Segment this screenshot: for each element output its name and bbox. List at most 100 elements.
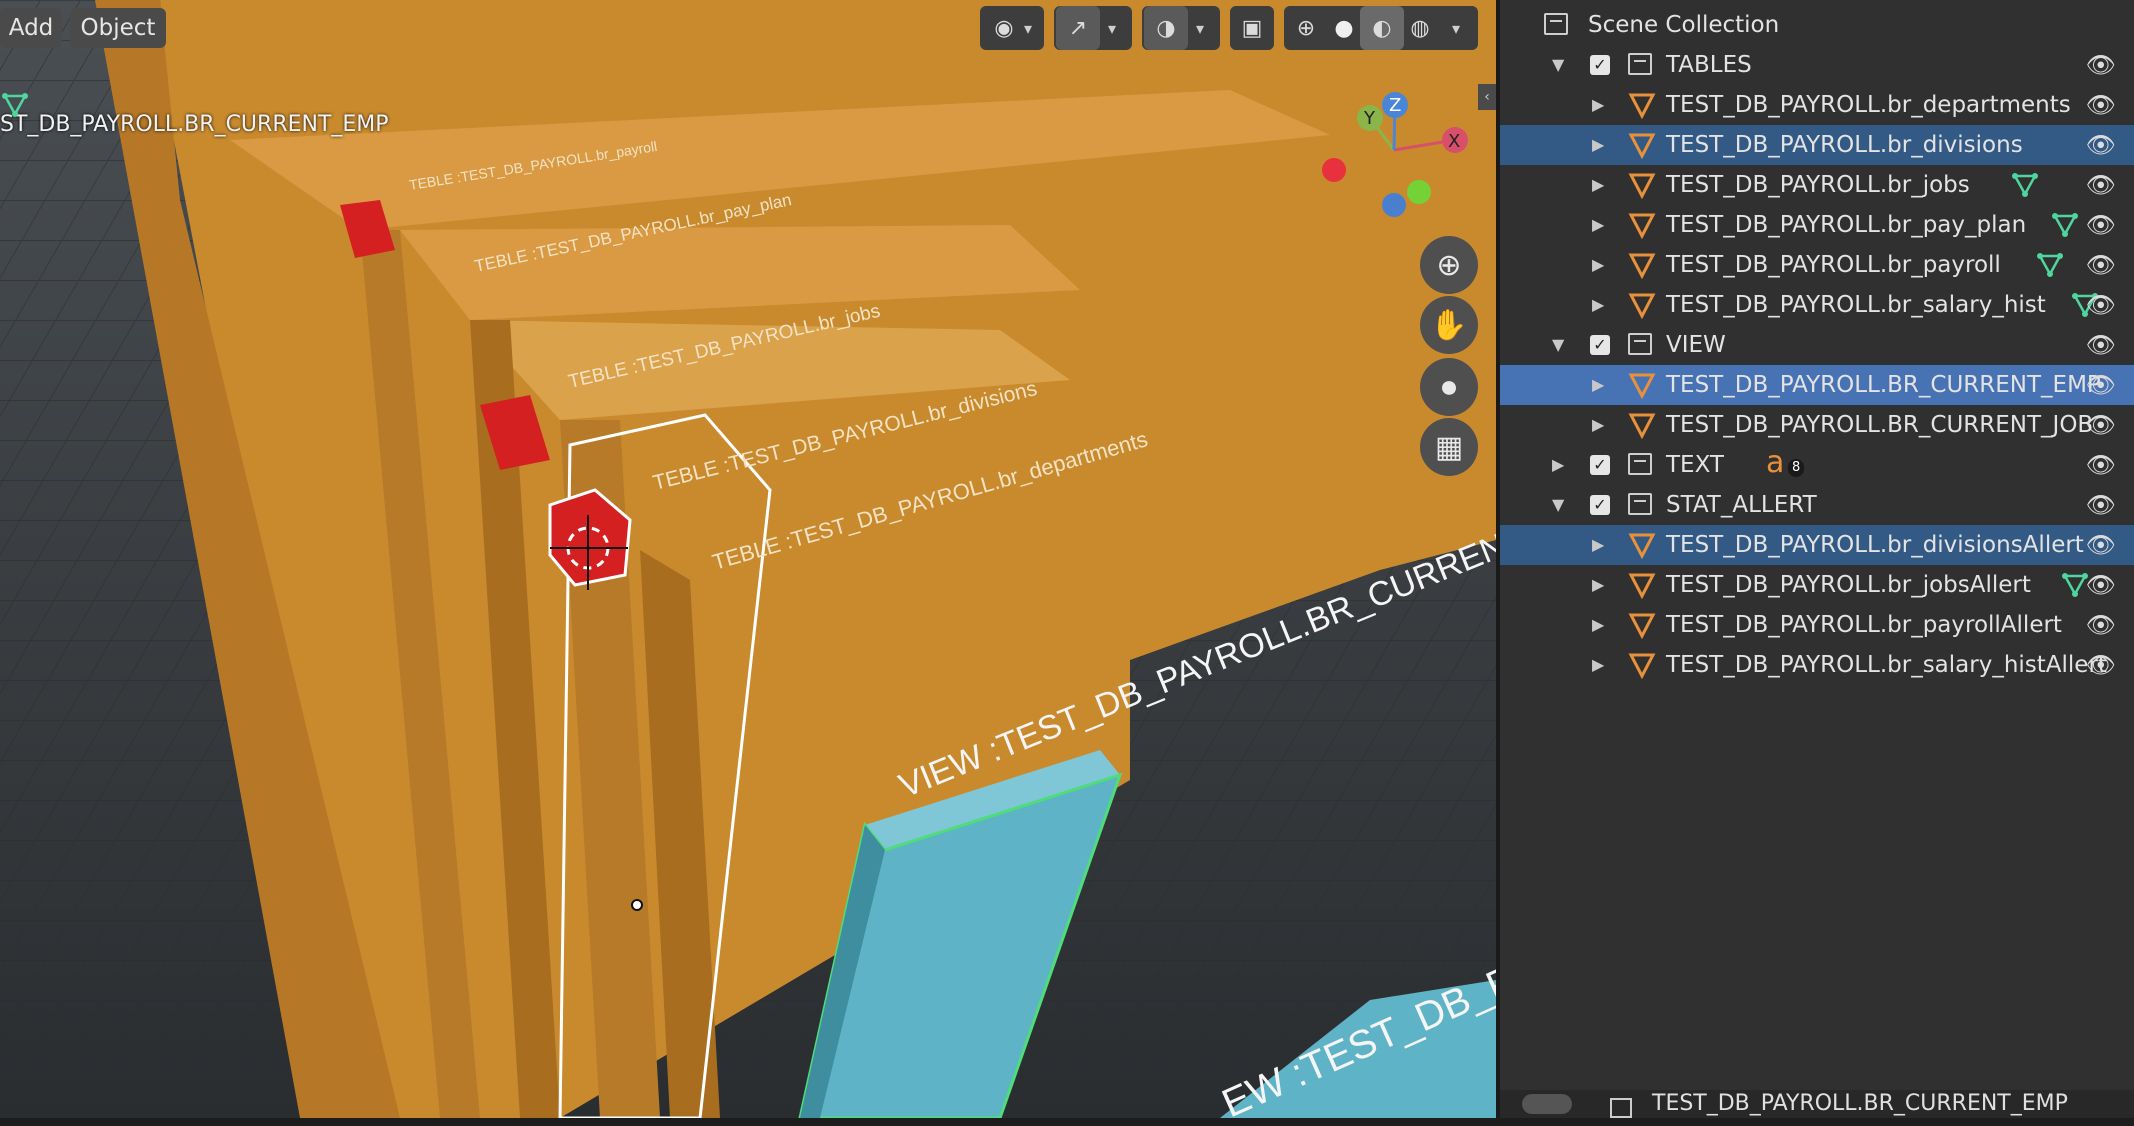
expand-right-icon[interactable]: ▶ bbox=[1592, 205, 1604, 245]
expand-right-icon[interactable]: ▶ bbox=[1592, 245, 1604, 285]
object-menu-button[interactable]: Object bbox=[70, 8, 166, 48]
outliner-object-row[interactable]: ▶ TEST_DB_PAYROLL.br_divisionsAllert 👁 bbox=[1500, 525, 2134, 565]
outliner-collection-row[interactable]: ▼ ✓ VIEW 👁 bbox=[1500, 325, 2134, 365]
expand-right-icon[interactable]: ▶ bbox=[1592, 605, 1604, 645]
mesh-object-icon bbox=[1628, 131, 1656, 160]
add-menu-button[interactable]: Add bbox=[0, 8, 62, 48]
mesh-object-icon bbox=[1628, 651, 1656, 680]
eye-icon[interactable]: 👁 bbox=[2086, 525, 2116, 565]
pan-hand-icon[interactable]: ✋ bbox=[1420, 296, 1478, 354]
mesh-object-icon bbox=[1628, 411, 1656, 440]
collection-label: TEXT bbox=[1666, 452, 1724, 478]
grid-ortho-icon[interactable]: ▦ bbox=[1420, 418, 1478, 476]
eye-icon[interactable]: 👁 bbox=[2086, 605, 2116, 645]
expand-right-icon[interactable]: ▶ bbox=[1592, 285, 1604, 325]
outliner-footer: TEST_DB_PAYROLL.BR_CURRENT_EMP bbox=[1500, 1090, 2134, 1118]
expand-right-icon[interactable]: ▶ bbox=[1592, 405, 1604, 445]
eye-icon[interactable]: 👁 bbox=[2086, 45, 2116, 85]
eye-icon[interactable]: 👁 bbox=[2086, 565, 2116, 605]
outliner-object-row[interactable]: ▶ TEST_DB_PAYROLL.BR_CURRENT_EMP 👁 bbox=[1500, 365, 2134, 405]
eye-icon[interactable]: 👁 bbox=[2086, 365, 2116, 405]
viewport-scene[interactable]: TEBLE :TEST_DB_PAYROLL.br_payroll TEBLE … bbox=[0, 0, 1496, 1118]
expand-down-icon[interactable]: ▼ bbox=[1552, 45, 1564, 85]
eye-icon[interactable]: 👁 bbox=[2086, 485, 2116, 525]
chevron-down-icon[interactable]: ▾ bbox=[1178, 6, 1222, 50]
outliner-object-row[interactable]: ▶ TEST_DB_PAYROLL.br_jobs 👁 bbox=[1500, 165, 2134, 205]
expand-right-icon[interactable]: ▶ bbox=[1592, 565, 1604, 605]
xray-toggle[interactable]: ▣ bbox=[1230, 6, 1274, 50]
child-count-badge: 8 bbox=[1788, 459, 1805, 477]
outliner-collection-row[interactable]: ▼ ✓ STAT_ALLERT 👁 bbox=[1500, 485, 2134, 525]
gizmo-neg-x-ball[interactable] bbox=[1322, 158, 1346, 182]
mesh-data-icon[interactable] bbox=[0, 90, 30, 120]
outliner-panel[interactable]: Scene Collection ▼ ✓ TABLES 👁 ▶ TEST_DB_PAYRO… bbox=[2, 0, 2134, 1118]
collection-label: VIEW bbox=[1666, 332, 1726, 358]
outliner-object-row[interactable]: ▶ TEST_DB_PAYROLL.BR_CURRENT_JOB 👁 bbox=[1500, 405, 2134, 445]
scene-collection-row[interactable]: Scene Collection bbox=[1500, 5, 2134, 45]
expand-right-icon[interactable]: ▶ bbox=[1592, 125, 1604, 165]
mesh-object-icon bbox=[1628, 251, 1656, 280]
outliner-object-row[interactable]: ▶ TEST_DB_PAYROLL.br_salary_hist 👁 bbox=[1500, 285, 2134, 325]
filter-toggle-icon[interactable] bbox=[1522, 1094, 1572, 1114]
mesh-object-icon bbox=[1628, 171, 1656, 200]
object-label: TEST_DB_PAYROLL.br_payroll bbox=[1666, 252, 2001, 278]
eye-icon[interactable]: 👁 bbox=[2086, 165, 2116, 205]
zoom-icon[interactable]: ⊕ bbox=[1420, 236, 1478, 294]
outliner-object-row[interactable]: ▶ TEST_DB_PAYROLL.br_salary_histAllert 👁 bbox=[1500, 645, 2134, 685]
expand-right-icon[interactable]: ▶ bbox=[1592, 525, 1604, 565]
expand-right-icon[interactable]: ▶ bbox=[1552, 445, 1564, 485]
object-label: TEST_DB_PAYROLL.BR_CURRENT_JOB bbox=[1666, 412, 2094, 438]
outliner-collection-row[interactable]: ▶ ✓ TEXT a 8 👁 bbox=[1500, 445, 2134, 485]
object-label: TEST_DB_PAYROLL.br_divisionsAllert bbox=[1666, 532, 2084, 558]
exclude-checkbox[interactable]: ✓ bbox=[1590, 455, 1610, 475]
object-label: TEST_DB_PAYROLL.br_jobs bbox=[1666, 172, 1970, 198]
collection-label: TABLES bbox=[1666, 52, 1752, 78]
outliner-object-row[interactable]: ▶ TEST_DB_PAYROLL.br_departments 👁 bbox=[2, 85, 2134, 125]
expand-right-icon[interactable]: ▶ bbox=[1592, 85, 1604, 125]
exclude-checkbox[interactable]: ✓ bbox=[1590, 495, 1610, 515]
gizmo-neg-z-ball[interactable] bbox=[1382, 193, 1406, 217]
exclude-checkbox[interactable]: ✓ bbox=[1590, 55, 1610, 75]
mesh-object-icon bbox=[1628, 91, 1656, 120]
gizmo-neg-y-ball[interactable] bbox=[1407, 180, 1431, 204]
outliner-object-row[interactable]: ▶ TEST_DB_PAYROLL.br_payroll 👁 bbox=[1500, 245, 2134, 285]
visibility-menu[interactable]: ◉ ▾ bbox=[980, 6, 1044, 50]
eye-icon[interactable]: 👁 bbox=[2086, 85, 2116, 125]
chevron-down-icon[interactable]: ▾ bbox=[1434, 6, 1478, 50]
expand-right-icon[interactable]: ▶ bbox=[1592, 165, 1604, 205]
eye-icon[interactable]: 👁 bbox=[2086, 645, 2116, 685]
eye-icon[interactable]: 👁 bbox=[2086, 245, 2116, 285]
chevron-down-icon: ▾ bbox=[1023, 18, 1033, 38]
eye-icon[interactable]: 👁 bbox=[2086, 325, 2116, 365]
expand-right-icon[interactable]: ▶ bbox=[1592, 645, 1604, 685]
eye-icon[interactable]: 👁 bbox=[2086, 405, 2116, 445]
outliner-object-row[interactable]: ▶ TEST_DB_PAYROLL.br_jobsAllert 👁 bbox=[1500, 565, 2134, 605]
mesh-data-icon[interactable] bbox=[2010, 170, 2040, 200]
expand-down-icon[interactable]: ▼ bbox=[1552, 325, 1564, 365]
mesh-data-icon[interactable] bbox=[2035, 250, 2065, 280]
chevron-down-icon[interactable]: ▾ bbox=[1090, 6, 1134, 50]
eye-icon[interactable]: 👁 bbox=[2086, 445, 2116, 485]
eye-icon[interactable]: 👁 bbox=[2086, 205, 2116, 245]
outliner-object-row[interactable]: ▶ TEST_DB_PAYROLL.br_divisions 👁 bbox=[1500, 125, 2134, 165]
gizmo-menu[interactable]: ↗ ▾ bbox=[1054, 6, 1132, 50]
expand-right-icon[interactable]: ▶ bbox=[1592, 365, 1604, 405]
outliner-collection-row[interactable]: ▼ ✓ TABLES 👁 bbox=[1500, 45, 2134, 85]
collection-icon bbox=[1628, 453, 1652, 475]
camera-icon[interactable]: ⏺ bbox=[1420, 358, 1478, 416]
object-label: TEST_DB_PAYROLL.br_salary_histAllert bbox=[1666, 652, 2107, 678]
exclude-checkbox[interactable]: ✓ bbox=[1590, 335, 1610, 355]
expand-down-icon[interactable]: ▼ bbox=[1552, 485, 1564, 525]
object-label: TEST_DB_PAYROLL.br_salary_hist bbox=[1666, 292, 2046, 318]
xray-icon[interactable]: ▣ bbox=[1230, 6, 1274, 50]
overlay-menu[interactable]: ◑ ▾ bbox=[1142, 6, 1220, 50]
sidebar-toggle-icon[interactable]: ‹ bbox=[1478, 84, 1496, 110]
eye-icon[interactable]: 👁 bbox=[2086, 125, 2116, 165]
gizmo-y-label: Y bbox=[1363, 108, 1376, 129]
3d-viewport[interactable]: TEBLE :TEST_DB_PAYROLL.br_payroll TEBLE … bbox=[0, 0, 1496, 1118]
outliner-object-row[interactable]: ▶ TEST_DB_PAYROLL.br_pay_plan 👁 bbox=[1500, 205, 2134, 245]
mesh-data-icon[interactable] bbox=[2050, 210, 2080, 240]
shading-menu[interactable]: ⊕ ● ◐ ◍ ▾ bbox=[1284, 6, 1478, 50]
eye-icon[interactable]: 👁 bbox=[2086, 285, 2116, 325]
outliner-object-row[interactable]: ▶ TEST_DB_PAYROLL.br_payrollAllert 👁 bbox=[1500, 605, 2134, 645]
